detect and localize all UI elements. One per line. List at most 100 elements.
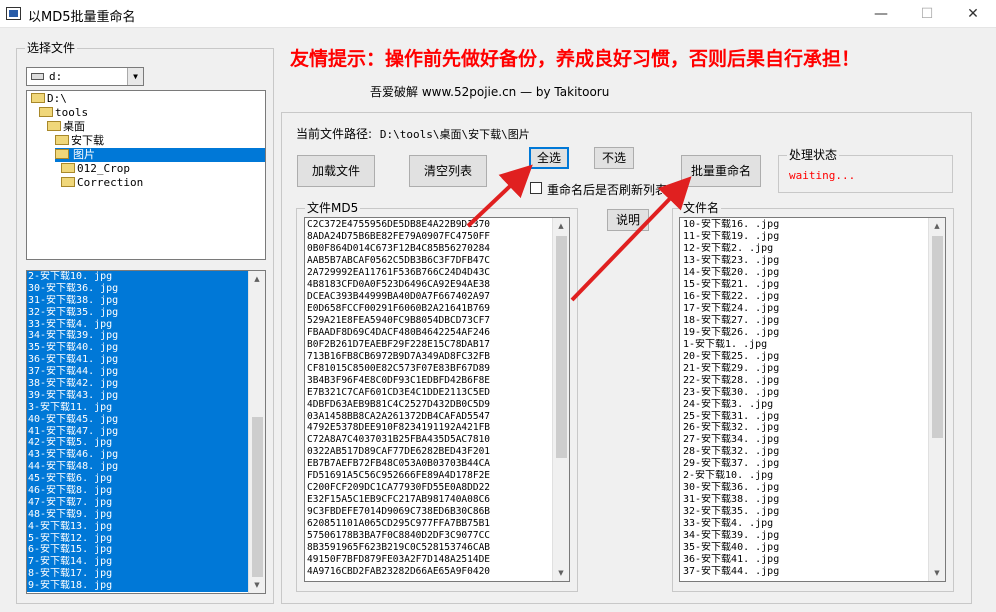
minimize-button[interactable]: — [858,0,904,28]
filename-list-item[interactable]: 36-安下载41. .jpg [683,554,929,566]
md5-list-item[interactable]: AAB5B7ABCAF0562C5DB3B6C3F7DFB47C [307,255,555,267]
filename-list-item[interactable]: 31-安下载38. .jpg [683,494,929,506]
drive-select[interactable]: d: ▼ [26,67,144,86]
filename-list-item[interactable]: 22-安下载28. .jpg [683,375,929,387]
file-list-item[interactable]: 43-安下载46. jpg [27,449,249,462]
filename-list-item[interactable]: 16-安下载22. .jpg [683,291,929,303]
file-list-item[interactable]: 37-安下载44. jpg [27,366,249,379]
filename-list-item[interactable]: 24-安下载3. .jpg [683,399,929,411]
scroll-down-icon[interactable]: ▼ [929,565,945,581]
file-list-item[interactable]: 41-安下载47. jpg [27,425,249,438]
md5-list-item[interactable]: 4B8183CFD0A0F523D6496CA92E94AE38 [307,279,555,291]
tree-item-root[interactable]: D:\ [31,92,67,106]
filename-list-item[interactable]: 15-安下载21. .jpg [683,279,929,291]
filename-list-scrollbar[interactable]: ▲ ▼ [928,218,945,581]
md5-list-item[interactable]: 620851101A065CD295C977FFA7BB75B1 [307,518,555,530]
scroll-up-icon[interactable]: ▲ [929,218,945,234]
file-list-item[interactable]: 30-安下载36. jpg [27,282,249,295]
filename-list-item[interactable]: 11-安下载19. .jpg [683,231,929,243]
select-all-button[interactable]: 全选 [529,147,569,169]
scroll-down-icon[interactable]: ▼ [249,577,265,593]
filename-list-item[interactable]: 17-安下载24. .jpg [683,303,929,315]
clear-list-button[interactable]: 清空列表 [409,155,487,187]
filename-list-item[interactable]: 32-安下载35. .jpg [683,506,929,518]
filename-list-item[interactable]: 29-安下载37. .jpg [683,458,929,470]
file-list-item[interactable]: 33-安下载4. jpg [27,318,249,331]
filename-list-item[interactable]: 21-安下载29. .jpg [683,363,929,375]
chevron-down-icon[interactable]: ▼ [127,68,143,85]
md5-list-item[interactable]: 8B3591965F623B219C0C528153746CAB [307,542,555,554]
file-list-item[interactable]: 40-安下载45. jpg [27,413,249,426]
file-list-item[interactable]: 45-安下载6. jpg [27,473,249,486]
md5-list[interactable]: C2C372E4755956DE5DB8E4A22B9D1370 8ADA24D7… [304,217,570,582]
file-list-item[interactable]: 39-安下载43. jpg [27,389,249,402]
file-list-item[interactable]: 44-安下载48. jpg [27,461,249,474]
md5-list-item[interactable]: EB7B7AEFB72FB48C053A0B03703B44CA [307,458,555,470]
md5-list-item[interactable]: 713B16FB8CB6972B9D7A349AD8FC32FB [307,351,555,363]
file-list-item[interactable]: 32-安下载35. jpg [27,306,249,319]
filename-list-item[interactable]: 18-安下载27. .jpg [683,315,929,327]
file-list-item[interactable]: 47-安下载7. jpg [27,496,249,509]
md5-list-scrollbar[interactable]: ▲ ▼ [552,218,569,581]
filename-list-item[interactable]: 2-安下载10. .jpg [683,470,929,482]
scroll-up-icon[interactable]: ▲ [553,218,569,234]
md5-list-item[interactable]: C72A8A7C4037031B25FBA435D5AC7810 [307,434,555,446]
deselect-button[interactable]: 不选 [594,147,634,169]
filename-list-item[interactable]: 1-安下载1. .jpg [683,339,929,351]
filename-list-item[interactable]: 10-安下载16. .jpg [683,219,929,231]
tree-item-pictures[interactable]: 图片 [55,148,265,162]
file-list-item[interactable]: 6-安下载15. jpg [27,544,249,557]
md5-list-item[interactable]: C200FCF209DC1CA77930FD55E0A8DD22 [307,482,555,494]
md5-list-item[interactable]: 0B0F864D014C673F12B4C85B56270284 [307,243,555,255]
filename-list-item[interactable]: 28-安下载32. .jpg [683,446,929,458]
batch-rename-button[interactable]: 批量重命名 [681,155,761,187]
md5-list-item[interactable]: CF81015C8500E82C573F07E83BF67D89 [307,363,555,375]
md5-list-item[interactable]: E0D658FCCF00291F6060B2A21641B769 [307,303,555,315]
filename-list[interactable]: 10-安下载16. .jpg 11-安下载19. .jpg 12-安下载2. .jp… [679,217,946,582]
md5-list-item[interactable]: E32F15A5C1EB9CFC217AB981740A08C6 [307,494,555,506]
scroll-up-icon[interactable]: ▲ [249,271,265,287]
filename-list-item[interactable]: 20-安下载25. .jpg [683,351,929,363]
file-list-item[interactable]: 2-安下载10. jpg [27,271,249,283]
md5-list-item[interactable]: 529A21E8FEA5940FC9B8054DBCD73CF7 [307,315,555,327]
md5-list-item[interactable]: 9C3FBDEFE7014D9069C738ED6B30C86B [307,506,555,518]
file-list-item[interactable]: 34-安下载39. jpg [27,330,249,343]
filename-list-item[interactable]: 27-安下载34. .jpg [683,434,929,446]
refresh-checkbox[interactable] [530,182,542,194]
filename-list-item[interactable]: 25-安下载31. .jpg [683,411,929,423]
file-list-item[interactable]: 48-安下载9. jpg [27,508,249,521]
explain-button[interactable]: 说明 [607,209,649,231]
file-list-item[interactable]: 38-安下载42. jpg [27,378,249,390]
load-files-button[interactable]: 加载文件 [297,155,375,187]
md5-list-item[interactable]: 4DBFD63AEB9B81C4C2527D432DB0C5D9 [307,399,555,411]
file-list-item[interactable]: 9-安下载18. jpg [27,580,249,593]
file-list-item[interactable]: 5-安下载12. jpg [27,532,249,545]
close-button[interactable]: ✕ [950,0,996,28]
file-list-item[interactable]: 8-安下载17. jpg [27,568,249,581]
file-list[interactable]: 2-安下载10. jpg 30-安下载36. jpg 31-安下载38. jpg 32… [26,270,266,594]
filename-list-item[interactable]: 14-安下载20. .jpg [683,267,929,279]
md5-list-item[interactable]: 49150F7BFD879FE03A2F7D148A2514DE [307,554,555,566]
md5-list-item[interactable]: DCEAC393B44999BA40D0A7F667402A97 [307,291,555,303]
file-list-item[interactable]: 36-安下载41. jpg [27,354,249,367]
file-list-item[interactable]: 35-安下载40. jpg [27,342,249,355]
tree-item-012crop[interactable]: 012_Crop [61,162,130,176]
filename-list-item[interactable]: 33-安下载4. .jpg [683,518,929,530]
md5-list-item[interactable]: 57506178B3BA7F0C8840D2DF3C9077CC [307,530,555,542]
md5-list-item[interactable]: 8ADA24D75B6BE82FE79A0907FC4750FF [307,231,555,243]
scroll-thumb[interactable] [556,236,567,458]
scroll-thumb[interactable] [932,236,943,438]
file-list-item[interactable]: 46-安下载8. jpg [27,485,249,497]
filename-list-item[interactable]: 19-安下载26. .jpg [683,327,929,339]
tree-item-tools[interactable]: tools [39,106,88,120]
md5-list-item[interactable]: E7B321C7CAF601CD3E4C1DDE2113C5ED [307,387,555,399]
md5-list-item[interactable]: 2A729992EA11761F536B766C24D4D43C [307,267,555,279]
md5-list-item[interactable]: 0322AB517D89CAF77DE6282BED43F201 [307,446,555,458]
filename-list-item[interactable]: 13-安下载23. .jpg [683,255,929,267]
file-list-item[interactable]: 31-安下载38. jpg [27,294,249,307]
filename-list-item[interactable]: 34-安下载39. .jpg [683,530,929,542]
md5-list-item[interactable]: 03A1458BB8CA2A261372DB4CAFAD5547 [307,411,555,423]
file-list-item[interactable]: 7-安下载14. jpg [27,556,249,569]
md5-list-item[interactable]: B0F2B261D7EAEBF29F228E15C78DAB17 [307,339,555,351]
scroll-down-icon[interactable]: ▼ [553,565,569,581]
